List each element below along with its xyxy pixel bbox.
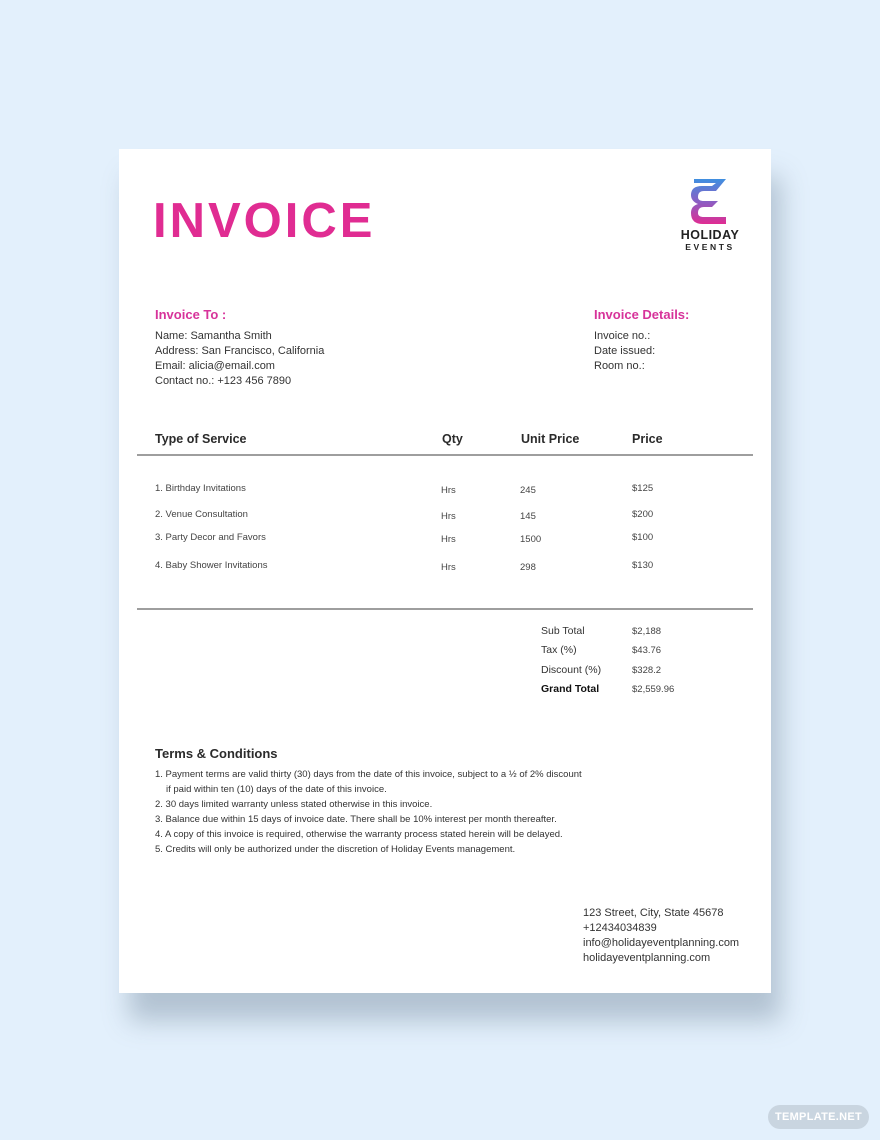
holiday-events-e-logo-icon	[691, 179, 726, 224]
discount-label: Discount (%)	[541, 664, 602, 676]
table-header-divider	[137, 454, 753, 456]
brand-name-line2: EVENTS	[685, 242, 735, 252]
service-cell: 4. Baby Shower Invitations	[155, 560, 268, 571]
grand-total-value: $2,559.96	[632, 684, 675, 695]
invoice-number-label: Invoice no.:	[594, 330, 651, 342]
grand-total-label: Grand Total	[541, 683, 600, 695]
company-address: 123 Street, City, State 45678	[583, 907, 724, 919]
customer-email: Email: alicia@email.com	[155, 360, 275, 372]
service-cell: 3. Party Decor and Favors	[155, 532, 266, 543]
terms-item: 1. Payment terms are valid thirty (30) d…	[155, 769, 582, 780]
unit-price-cell: 1500	[520, 534, 542, 545]
terms-item: 2. 30 days limited warranty unless state…	[155, 799, 433, 810]
terms-item: 3. Balance due within 15 days of invoice…	[155, 814, 557, 825]
qty-cell: Hrs	[441, 485, 456, 496]
discount-value: $328.2	[632, 665, 662, 676]
template-net-watermark[interactable]: TEMPLATE.NET	[768, 1105, 869, 1129]
column-header-qty: Qty	[442, 432, 463, 446]
tax-label: Tax (%)	[541, 644, 577, 656]
qty-cell: Hrs	[441, 534, 456, 545]
invoice-to-section: Invoice To : Name: Samantha Smith Addres…	[155, 307, 324, 389]
qty-cell: Hrs	[441, 562, 456, 573]
qty-cell: Hrs	[441, 511, 456, 522]
invoice-title: INVOICE	[153, 194, 376, 248]
invoice-document: INVOICE HOLIDAY EVENTS Invoice To : Name…	[119, 149, 771, 993]
customer-name: Name: Samantha Smith	[155, 330, 272, 342]
service-cell: 1. Birthday Invitations	[155, 483, 246, 494]
terms-item-continuation: if paid within ten (10) days of the date…	[166, 784, 387, 795]
subtotal-label: Sub Total	[541, 625, 585, 637]
customer-address: Address: San Francisco, California	[155, 345, 325, 357]
invoice-to-heading: Invoice To :	[155, 307, 227, 322]
company-contact-footer: 123 Street, City, State 45678 +124340348…	[583, 906, 739, 966]
price-cell: $100	[632, 532, 654, 543]
customer-contact: Contact no.: +123 456 7890	[155, 375, 292, 387]
column-header-price: Price	[632, 432, 663, 446]
invoice-details-section: Invoice Details: Invoice no.: Date issue…	[594, 307, 689, 374]
brand-logo: HOLIDAY EVENTS	[677, 177, 743, 252]
unit-price-cell: 298	[520, 562, 536, 573]
date-issued-label: Date issued:	[594, 345, 656, 357]
room-number-label: Room no.:	[594, 360, 645, 372]
price-cell: $200	[632, 509, 654, 520]
company-website: holidayeventplanning.com	[583, 952, 711, 964]
brand-name-line1: HOLIDAY	[680, 228, 740, 242]
terms-heading: Terms & Conditions	[155, 746, 278, 761]
column-header-service: Type of Service	[155, 432, 247, 446]
unit-price-cell: 145	[520, 511, 536, 522]
invoice-details-heading: Invoice Details:	[594, 307, 690, 322]
service-cell: 2. Venue Consultation	[155, 509, 248, 520]
table-footer-divider	[137, 608, 753, 610]
price-cell: $125	[632, 483, 654, 494]
terms-list: 1. Payment terms are valid thirty (30) d…	[155, 767, 625, 857]
tax-value: $43.76	[632, 645, 662, 656]
company-email: info@holidayeventplanning.com	[583, 937, 740, 949]
terms-item: 5. Credits will only be authorized under…	[155, 844, 516, 855]
company-phone: +12434034839	[583, 922, 657, 934]
unit-price-cell: 245	[520, 485, 536, 496]
subtotal-value: $2,188	[632, 626, 662, 637]
terms-item: 4. A copy of this invoice is required, o…	[155, 829, 563, 840]
price-cell: $130	[632, 560, 654, 571]
column-header-unit-price: Unit Price	[521, 432, 580, 446]
